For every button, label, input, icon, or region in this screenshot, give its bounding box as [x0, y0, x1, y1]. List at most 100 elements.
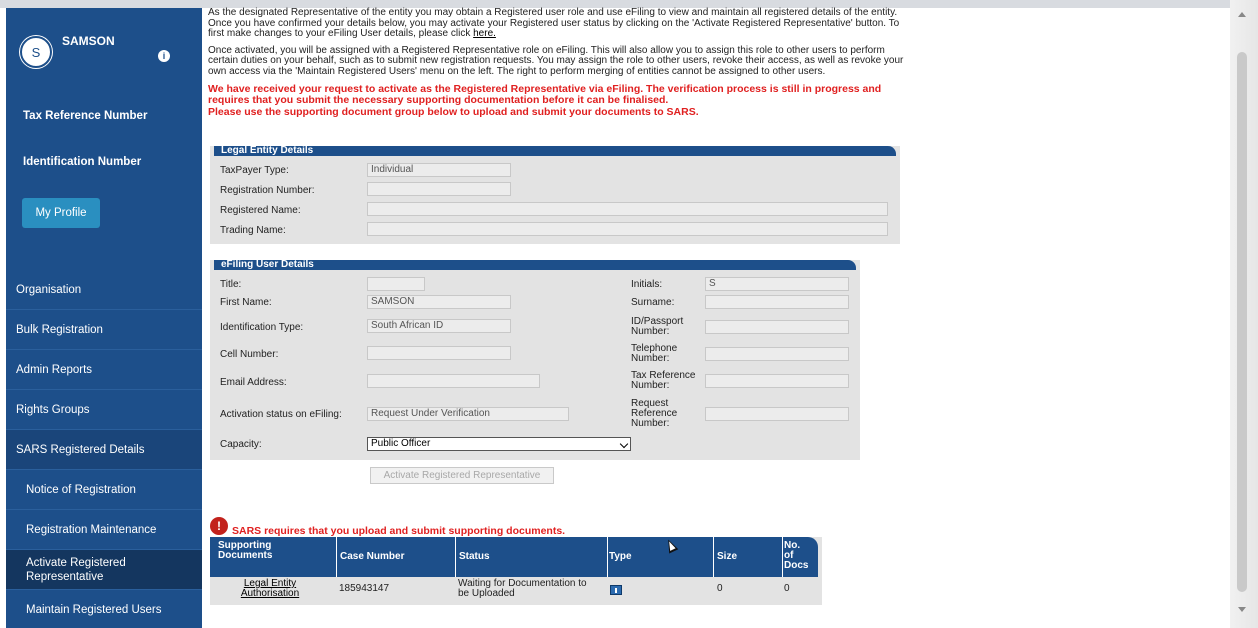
trading-name-field — [367, 222, 888, 236]
identification-type-field: South African ID — [367, 319, 511, 333]
supporting-documents-header-line-2: Documents — [218, 550, 273, 561]
telephone-label: Telephone Number: — [631, 344, 677, 364]
document-link-line-2[interactable]: Authorisation — [241, 588, 299, 599]
status-header: Status — [459, 551, 490, 562]
column-divider — [713, 537, 714, 577]
scrollbar-thumb[interactable] — [1237, 52, 1247, 592]
id-passport-label: ID/Passport Number: — [631, 317, 683, 337]
first-name-field: SAMSON — [367, 295, 511, 309]
sidebar-item-registration-maintenance[interactable]: Registration Maintenance — [6, 510, 202, 550]
tax-reference-label: Tax Reference Number — [23, 110, 148, 122]
taxpayer-type-field: Individual — [367, 163, 511, 177]
activation-status-field: Request Under Verification — [367, 407, 569, 421]
registered-name-label: Registered Name: — [220, 205, 301, 216]
registration-number-field — [367, 182, 511, 196]
number-of-docs-header: No. of Docs — [784, 541, 808, 571]
number-of-docs-header-line-3: Docs — [784, 560, 809, 571]
status-value: Waiting for Documentation to be Uploaded — [458, 579, 587, 599]
email-address-field — [367, 374, 540, 388]
request-reference-label-line-3: Number: — [631, 418, 670, 429]
column-divider — [336, 537, 337, 577]
identification-number-label: Identification Number — [23, 156, 142, 168]
my-profile-button[interactable]: My Profile — [22, 198, 100, 228]
size-value: 0 — [717, 583, 723, 594]
vertical-scrollbar[interactable] — [1236, 12, 1248, 612]
telephone-label-line-2: Number: — [631, 353, 670, 364]
registration-number-label: Registration Number: — [220, 185, 315, 196]
scroll-down-icon[interactable] — [1238, 607, 1246, 612]
sidebar-item-organisation[interactable]: Organisation — [6, 270, 202, 310]
legal-entity-authorisation-link[interactable]: Legal Entity Authorisation — [210, 579, 330, 599]
legal-entity-panel: Legal Entity Details TaxPayer Type: Indi… — [210, 146, 900, 244]
profile-panel: S SAMSON i Tax Reference Number Identifi… — [6, 8, 202, 256]
upload-warning: ! SARS requires that you upload and subm… — [210, 515, 565, 537]
initials-label: Initials: — [631, 279, 663, 290]
upload-instruction: Please use the supporting document group… — [208, 105, 699, 118]
title-field — [367, 277, 425, 291]
sidebar-nav: Organisation Bulk Registration Admin Rep… — [6, 270, 202, 628]
table-header: Supporting Documents Case Number Status … — [210, 537, 818, 577]
status-value-line-2: be Uploaded — [458, 588, 515, 599]
email-address-label: Email Address: — [220, 377, 287, 388]
column-divider — [782, 537, 783, 577]
initials-field: S — [705, 277, 849, 291]
type-header: Type — [609, 551, 632, 562]
user-name: SAMSON — [62, 34, 115, 48]
identification-type-label: Identification Type: — [220, 322, 304, 333]
intro-paragraph-1: As the designated Representative of the … — [208, 7, 900, 40]
sidebar-item-rights-groups[interactable]: Rights Groups — [6, 390, 202, 430]
telephone-field — [705, 347, 849, 361]
tax-reference-field — [705, 374, 849, 388]
info-icon[interactable]: i — [158, 50, 170, 62]
tax-reference-number-label: Tax Reference Number: — [631, 371, 695, 391]
supporting-documents-table: Supporting Documents Case Number Status … — [210, 537, 822, 605]
sidebar-item-bulk-registration[interactable]: Bulk Registration — [6, 310, 202, 350]
upload-warning-text: SARS requires that you upload and submit… — [232, 525, 566, 537]
sidebar: S SAMSON i Tax Reference Number Identifi… — [6, 8, 202, 628]
avatar[interactable]: S — [20, 36, 52, 68]
capacity-select[interactable]: Public Officer — [367, 437, 631, 451]
column-divider — [455, 537, 456, 577]
case-number-value: 185943147 — [339, 583, 390, 594]
warning-icon: ! — [210, 517, 228, 535]
surname-label: Surname: — [631, 297, 675, 308]
activation-status-label: Activation status on eFiling: — [220, 409, 342, 420]
number-of-docs-value: 0 — [784, 583, 790, 594]
id-passport-field — [705, 320, 849, 334]
sidebar-item-maintain-registered-users[interactable]: Maintain Registered Users — [6, 590, 202, 628]
case-number-header: Case Number — [340, 551, 405, 562]
column-divider — [607, 537, 608, 577]
request-reference-label: Request Reference Number: — [631, 399, 677, 429]
document-type-icon[interactable] — [610, 585, 622, 595]
main-content: As the designated Representative of the … — [208, 7, 908, 119]
verification-alert-line: We have received your request to activat… — [208, 82, 882, 107]
efiling-user-header: eFiling User Details — [214, 260, 856, 270]
chevron-down-icon — [619, 439, 629, 449]
capacity-label: Capacity: — [220, 439, 262, 450]
edit-details-link[interactable]: here. — [473, 28, 496, 39]
sidebar-item-notice-of-registration[interactable]: Notice of Registration — [6, 470, 202, 510]
sidebar-item-sars-registered-details[interactable]: SARS Registered Details — [6, 430, 202, 470]
title-label: Title: — [220, 279, 242, 290]
taxpayer-type-label: TaxPayer Type: — [220, 165, 289, 176]
id-passport-label-line-2: Number: — [631, 326, 670, 337]
sidebar-item-activate-registered-representative[interactable]: Activate Registered Representative — [6, 550, 202, 590]
first-name-label: First Name: — [220, 297, 272, 308]
capacity-selected-value: Public Officer — [371, 438, 431, 449]
legal-entity-header: Legal Entity Details — [214, 146, 896, 156]
scroll-up-icon[interactable] — [1238, 12, 1246, 17]
efiling-user-panel: eFiling User Details Title: First Name: … — [210, 260, 860, 460]
activate-registered-representative-button[interactable]: Activate Registered Representative — [370, 467, 554, 484]
registered-name-field — [367, 202, 888, 216]
supporting-documents-header: Supporting Documents — [218, 541, 272, 561]
verification-alert: We have received your request to activat… — [208, 82, 908, 119]
tax-reference-label-line-2: Number: — [631, 380, 670, 391]
intro-text: As the designated Representative of the … — [208, 7, 908, 78]
trading-name-label: Trading Name: — [220, 225, 286, 236]
sidebar-item-admin-reports[interactable]: Admin Reports — [6, 350, 202, 390]
cell-number-label: Cell Number: — [220, 349, 279, 360]
cell-number-field — [367, 346, 511, 360]
request-reference-field — [705, 407, 849, 421]
intro-paragraph-2: Once activated, you will be assigned wit… — [208, 44, 904, 77]
surname-field — [705, 295, 849, 309]
